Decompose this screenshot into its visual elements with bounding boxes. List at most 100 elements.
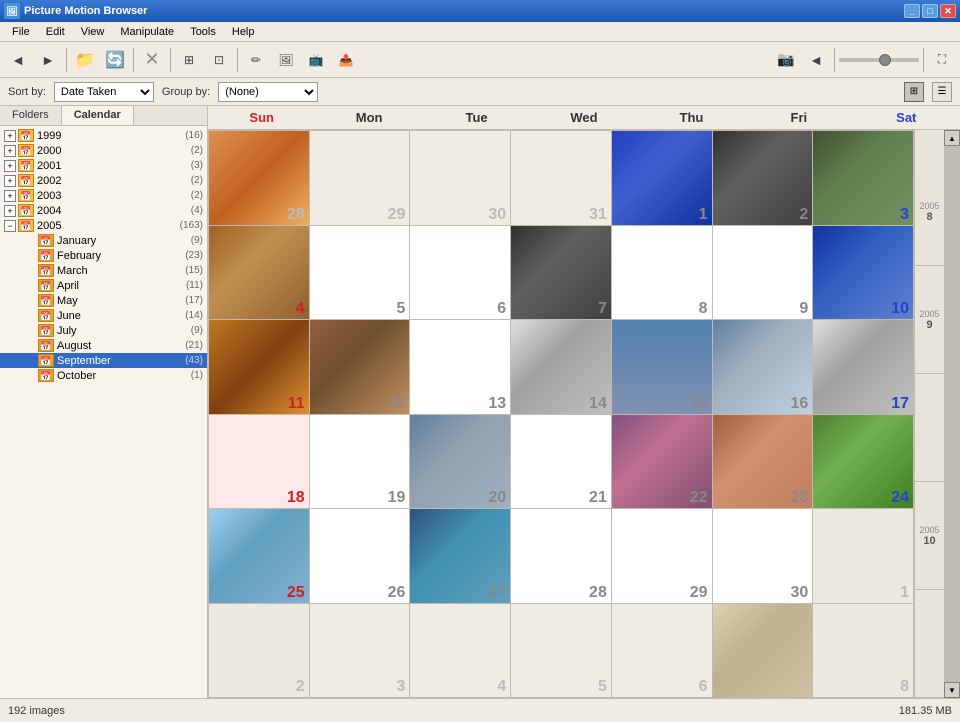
- cal-cell-21-row3[interactable]: 21: [511, 415, 612, 510]
- cal-cell-5-row5[interactable]: 5: [511, 604, 612, 699]
- cal-cell-11-row2[interactable]: 11: [209, 320, 310, 415]
- scroll-track[interactable]: [944, 146, 960, 682]
- tree-item-sep[interactable]: 📅September(43): [0, 353, 207, 368]
- view2-button[interactable]: ⊡: [205, 46, 233, 74]
- list-view-button[interactable]: ☰: [932, 82, 952, 102]
- cal-cell-18-row3[interactable]: 18: [209, 415, 310, 510]
- tree-item-jul[interactable]: 📅July(9): [0, 323, 207, 338]
- edit1-button[interactable]: ✏: [242, 46, 270, 74]
- minimize-button[interactable]: _: [904, 4, 920, 18]
- expander-2001[interactable]: +: [4, 160, 16, 172]
- cal-cell-6-row1[interactable]: 6: [410, 226, 511, 321]
- cal-cell-14-row2[interactable]: 14: [511, 320, 612, 415]
- cal-cell-12-row2[interactable]: 12: [310, 320, 411, 415]
- week-num-3[interactable]: 200510: [915, 482, 944, 590]
- cal-cell-27-row4[interactable]: 27: [410, 509, 511, 604]
- cal-cell-2-row5[interactable]: 2: [209, 604, 310, 699]
- tree-item-jan[interactable]: 📅January(9): [0, 233, 207, 248]
- cal-cell-1-row0[interactable]: 1: [612, 131, 713, 226]
- zoom-slider-thumb[interactable]: [879, 54, 891, 66]
- cal-cell-15-row2[interactable]: 15: [612, 320, 713, 415]
- week-num-4[interactable]: [915, 590, 944, 698]
- cal-cell-4-row1[interactable]: 4: [209, 226, 310, 321]
- menu-view[interactable]: View: [73, 24, 113, 40]
- week-num-2[interactable]: [915, 374, 944, 482]
- tab-calendar[interactable]: Calendar: [62, 106, 134, 125]
- tree-item-2001[interactable]: +📅2001(3): [0, 158, 207, 173]
- cal-cell-1-row4[interactable]: 1: [813, 509, 914, 604]
- scroll-up-button[interactable]: ▲: [944, 130, 960, 146]
- close-button[interactable]: ✕: [940, 4, 956, 18]
- cal-cell-24-row3[interactable]: 24: [813, 415, 914, 510]
- grid-view-button[interactable]: ⊞: [904, 82, 924, 102]
- view1-button[interactable]: ⊞: [175, 46, 203, 74]
- cal-cell-2-row0[interactable]: 2: [713, 131, 814, 226]
- tree-item-2005[interactable]: −📅2005(163): [0, 218, 207, 233]
- expander-2002[interactable]: +: [4, 175, 16, 187]
- tree-item-oct[interactable]: 📅October(1): [0, 368, 207, 383]
- edit2-button[interactable]: 🖼: [272, 46, 300, 74]
- cal-cell-8-row1[interactable]: 8: [612, 226, 713, 321]
- cal-cell-22-row3[interactable]: 22: [612, 415, 713, 510]
- cal-cell-4-row5[interactable]: 4: [410, 604, 511, 699]
- expander-2004[interactable]: +: [4, 205, 16, 217]
- expander-2005[interactable]: −: [4, 220, 16, 232]
- maximize-button[interactable]: □: [922, 4, 938, 18]
- cal-cell-7-row1[interactable]: 7: [511, 226, 612, 321]
- cal-cell-5-row1[interactable]: 5: [310, 226, 411, 321]
- sort-select[interactable]: Date Taken File Name File Size: [54, 82, 154, 102]
- tree-item-apr[interactable]: 📅April(11): [0, 278, 207, 293]
- cal-cell-9-row1[interactable]: 9: [713, 226, 814, 321]
- cal-cell-25-row4[interactable]: 25: [209, 509, 310, 604]
- cal-cell-28-row4[interactable]: 28: [511, 509, 612, 604]
- tree-item-2004[interactable]: +📅2004(4): [0, 203, 207, 218]
- scroll-down-button[interactable]: ▼: [944, 682, 960, 698]
- tree-item-1999[interactable]: +📅1999(16): [0, 128, 207, 143]
- fullscreen-button[interactable]: ⛶: [928, 46, 956, 74]
- edit4-button[interactable]: 📤: [332, 46, 360, 74]
- cal-cell-6-row5[interactable]: 6: [612, 604, 713, 699]
- cal-cell-10-row1[interactable]: 10: [813, 226, 914, 321]
- cal-cell-30-row0[interactable]: 30: [410, 131, 511, 226]
- expander-2000[interactable]: +: [4, 145, 16, 157]
- camera-button[interactable]: 📷: [772, 46, 800, 74]
- tree-item-may[interactable]: 📅May(17): [0, 293, 207, 308]
- group-select[interactable]: (None) Date Folder: [218, 82, 318, 102]
- cal-cell-30-row4[interactable]: 30: [713, 509, 814, 604]
- edit3-button[interactable]: 📺: [302, 46, 330, 74]
- refresh-button[interactable]: 🔄: [101, 46, 129, 74]
- tab-folders[interactable]: Folders: [0, 106, 62, 125]
- week-num-0[interactable]: 20058: [915, 158, 944, 266]
- tree-item-2002[interactable]: +📅2002(2): [0, 173, 207, 188]
- cal-cell-26-row4[interactable]: 26: [310, 509, 411, 604]
- cal-cell-8-row5[interactable]: 8: [813, 604, 914, 699]
- forward-button[interactable]: ►: [34, 46, 62, 74]
- cal-cell-16-row2[interactable]: 16: [713, 320, 814, 415]
- cal-cell-23-row3[interactable]: 23: [713, 415, 814, 510]
- menu-help[interactable]: Help: [224, 24, 263, 40]
- zoom-slider[interactable]: [839, 58, 919, 62]
- tree-item-feb[interactable]: 📅February(23): [0, 248, 207, 263]
- cal-cell-13-row2[interactable]: 13: [410, 320, 511, 415]
- expander-2003[interactable]: +: [4, 190, 16, 202]
- cal-cell-17-row2[interactable]: 17: [813, 320, 914, 415]
- tree-area[interactable]: +📅1999(16)+📅2000(2)+📅2001(3)+📅2002(2) +📅2…: [0, 126, 207, 698]
- stop-button[interactable]: ✕: [138, 46, 166, 74]
- cal-cell-29-row4[interactable]: 29: [612, 509, 713, 604]
- menu-tools[interactable]: Tools: [182, 24, 224, 40]
- folder-button[interactable]: 📁: [71, 46, 99, 74]
- tree-item-2000[interactable]: +📅2000(2): [0, 143, 207, 158]
- cal-cell-7-row5[interactable]: 7: [713, 604, 814, 699]
- prev-button[interactable]: ◄: [802, 46, 830, 74]
- cal-cell-31-row0[interactable]: 31: [511, 131, 612, 226]
- cal-cell-29-row0[interactable]: 29: [310, 131, 411, 226]
- tree-item-jun[interactable]: 📅June(14): [0, 308, 207, 323]
- menu-manipulate[interactable]: Manipulate: [112, 24, 182, 40]
- cal-cell-3-row0[interactable]: 3: [813, 131, 914, 226]
- tree-item-mar[interactable]: 📅March(15): [0, 263, 207, 278]
- menu-edit[interactable]: Edit: [38, 24, 73, 40]
- expander-1999[interactable]: +: [4, 130, 16, 142]
- menu-file[interactable]: File: [4, 24, 38, 40]
- cal-cell-20-row3[interactable]: 20: [410, 415, 511, 510]
- cal-cell-3-row5[interactable]: 3: [310, 604, 411, 699]
